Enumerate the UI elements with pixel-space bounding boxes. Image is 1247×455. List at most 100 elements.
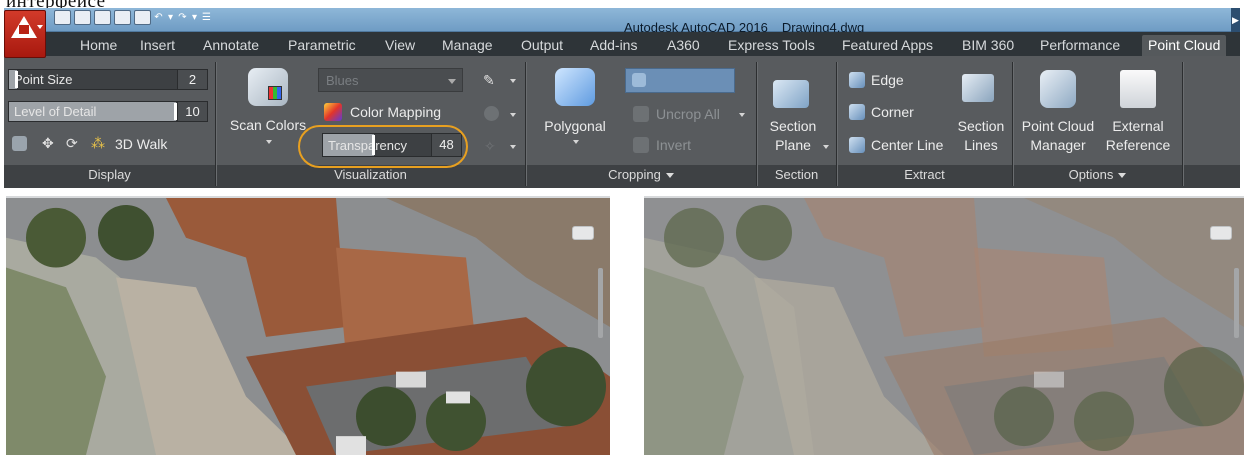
corner-icon[interactable] bbox=[849, 104, 865, 120]
tab-view[interactable]: View bbox=[379, 35, 421, 56]
scan-colors-icon[interactable] bbox=[248, 68, 288, 106]
center-line-icon[interactable] bbox=[849, 137, 865, 153]
section-lines-button[interactable]: Section Lines bbox=[950, 117, 1012, 155]
chevron-down-icon[interactable] bbox=[573, 140, 579, 144]
tab-annotate[interactable]: Annotate bbox=[197, 35, 265, 56]
crop-state-icon bbox=[632, 73, 646, 87]
chevron-down-icon bbox=[1118, 173, 1127, 179]
tab-point-cloud[interactable]: Point Cloud bbox=[1142, 35, 1227, 56]
redo-icon[interactable]: ↷ bbox=[178, 10, 187, 25]
point-cloud-scene-transparent bbox=[644, 198, 1244, 455]
level-of-detail-label: Level of Detail bbox=[14, 104, 97, 119]
color-scheme-dropdown[interactable]: Blues bbox=[318, 68, 463, 92]
scan-colors-button[interactable]: Scan Colors bbox=[226, 116, 310, 135]
color-mapping-icon[interactable] bbox=[324, 103, 342, 121]
chevron-down-icon[interactable] bbox=[510, 145, 516, 149]
uncrop-icon[interactable] bbox=[633, 106, 649, 122]
print-icon[interactable] bbox=[134, 10, 151, 25]
color-scheme-value: Blues bbox=[326, 73, 359, 88]
3d-walk-button[interactable]: 3D Walk bbox=[115, 136, 167, 152]
polygonal-button[interactable]: Polygonal bbox=[538, 117, 612, 136]
redo-dropdown-icon[interactable]: ▾ bbox=[190, 10, 199, 25]
tab-performance[interactable]: Performance bbox=[1034, 35, 1126, 56]
orbit-icon[interactable]: ⟳ bbox=[66, 136, 82, 152]
edge-button[interactable]: Edge bbox=[871, 72, 904, 88]
center-line-button[interactable]: Center Line bbox=[871, 137, 943, 153]
point-size-label: Point Size bbox=[14, 72, 73, 87]
section-plane-button[interactable]: Section Plane bbox=[760, 117, 826, 155]
section-plane-line2: Plane bbox=[775, 137, 811, 153]
chevron-down-icon[interactable] bbox=[739, 113, 745, 117]
save-as-icon[interactable] bbox=[114, 10, 131, 25]
viewcube-icon[interactable] bbox=[1210, 226, 1232, 240]
chevron-down-icon bbox=[448, 79, 456, 84]
undo-icon[interactable]: ↶ bbox=[154, 10, 163, 25]
tab-insert[interactable]: Insert bbox=[134, 35, 181, 56]
level-of-detail-slider[interactable]: Level of Detail 10 bbox=[8, 101, 208, 122]
xref-line2: Reference bbox=[1105, 137, 1171, 153]
edge-icon[interactable] bbox=[849, 72, 865, 88]
footprints-icon[interactable]: ⁂ bbox=[91, 136, 107, 152]
section-plane-icon[interactable] bbox=[773, 80, 809, 108]
invert-button[interactable]: Invert bbox=[656, 137, 691, 153]
point-cloud-manager-button[interactable]: Point Cloud Manager bbox=[1016, 117, 1100, 155]
uncrop-all-button[interactable]: Uncrop All bbox=[656, 106, 720, 122]
section-lines-line2: Lines bbox=[964, 137, 998, 153]
polygonal-crop-icon[interactable] bbox=[555, 68, 595, 106]
panel-title-options[interactable]: Options bbox=[1013, 167, 1182, 182]
chevron-down-icon[interactable] bbox=[510, 113, 516, 117]
panel-title-visualization: Visualization bbox=[334, 167, 407, 182]
tab-a360[interactable]: A360 bbox=[661, 35, 706, 56]
cropping-title-text: Cropping bbox=[608, 167, 661, 182]
open-icon[interactable] bbox=[74, 10, 91, 25]
chevron-down-icon bbox=[665, 173, 674, 179]
corner-button[interactable]: Corner bbox=[871, 104, 914, 120]
new-icon[interactable] bbox=[54, 10, 71, 25]
quick-access-toolbar: ↶ ▾ ↷ ▾ ☰ bbox=[54, 10, 211, 25]
viewport-opaque[interactable] bbox=[6, 196, 610, 455]
tab-express-tools[interactable]: Express Tools bbox=[722, 35, 821, 56]
tab-manage[interactable]: Manage bbox=[436, 35, 499, 56]
point-size-slider[interactable]: Point Size 2 bbox=[8, 69, 208, 90]
point-cloud-manager-icon[interactable] bbox=[1040, 70, 1076, 108]
point-size-thumb[interactable] bbox=[15, 71, 18, 88]
pan-icon[interactable]: ✥ bbox=[42, 136, 58, 152]
point-cloud-display-icon[interactable] bbox=[12, 136, 27, 151]
navigation-bar[interactable] bbox=[1234, 268, 1239, 338]
pen-icon[interactable]: ✎ bbox=[483, 72, 499, 88]
tab-home[interactable]: Home bbox=[74, 35, 123, 56]
chevron-down-icon[interactable] bbox=[823, 145, 829, 149]
section-lines-icon[interactable] bbox=[962, 74, 994, 102]
tab-output[interactable]: Output bbox=[515, 35, 569, 56]
undo-dropdown-icon[interactable]: ▾ bbox=[166, 10, 175, 25]
tab-featured-apps[interactable]: Featured Apps bbox=[836, 35, 939, 56]
panel-title-extract: Extract bbox=[904, 167, 945, 182]
panel-title-cropping[interactable]: Cropping bbox=[526, 167, 756, 182]
expand-arrow-icon[interactable]: ▶ bbox=[1231, 8, 1240, 32]
customize-icon[interactable]: ☰ bbox=[202, 10, 211, 25]
tab-add-ins[interactable]: Add-ins bbox=[584, 35, 643, 56]
level-of-detail-value[interactable]: 10 bbox=[177, 102, 207, 121]
invert-icon[interactable] bbox=[633, 137, 649, 153]
application-menu-button[interactable] bbox=[4, 10, 46, 58]
save-icon[interactable] bbox=[94, 10, 111, 25]
chevron-down-icon[interactable] bbox=[510, 79, 516, 83]
chevron-down-icon[interactable] bbox=[266, 140, 272, 144]
ribbon-tab-bar: Home Insert Annotate Parametric View Man… bbox=[4, 32, 1240, 56]
navigation-bar[interactable] bbox=[598, 268, 603, 338]
autocad-logo-icon bbox=[11, 16, 37, 38]
crop-state-field[interactable] bbox=[625, 68, 735, 93]
tab-bim-360[interactable]: BIM 360 bbox=[956, 35, 1020, 56]
light-icon[interactable] bbox=[484, 106, 499, 121]
pcm-line2: Manager bbox=[1030, 137, 1086, 153]
viewcube-icon[interactable] bbox=[572, 226, 594, 240]
point-cloud-scene-opaque bbox=[6, 198, 610, 455]
point-size-value[interactable]: 2 bbox=[177, 70, 207, 89]
external-reference-icon[interactable] bbox=[1120, 70, 1156, 108]
external-reference-button[interactable]: External Reference bbox=[1100, 117, 1176, 155]
tab-parametric[interactable]: Parametric bbox=[282, 35, 362, 56]
viewport-transparent[interactable] bbox=[644, 196, 1244, 455]
color-mapping-button[interactable]: Color Mapping bbox=[350, 104, 441, 120]
section-lines-line1: Section bbox=[957, 118, 1005, 134]
lighting-icon[interactable]: ✧ bbox=[484, 138, 500, 154]
